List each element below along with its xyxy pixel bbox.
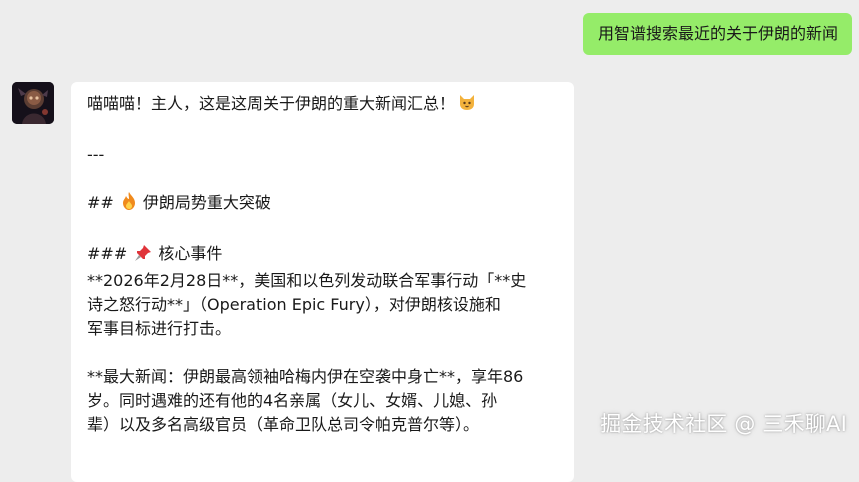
greeting-line: 喵喵喵！主人，这是这周关于伊朗的重大新闻汇总！ <box>87 92 558 119</box>
paragraph-2-line-3: 辈）以及多名高级官员（革命卫队总司令帕克普尔等）。 <box>87 415 480 434</box>
paragraph-1-line-1: **2026年2月28日**，美国和以色列发动联合军事行动「**史 <box>87 271 527 290</box>
avatar-image <box>12 82 54 124</box>
user-message-text: 用智谱搜索最近的关于伊朗的新闻 <box>597 24 838 43</box>
bot-message-bubble: 喵喵喵！主人，这是这周关于伊朗的重大新闻汇总！ --- ## 伊朗局势重大突破 … <box>71 82 574 482</box>
pushpin-icon <box>134 244 152 269</box>
watermark: 掘金技术社区 @ 三禾聊AI <box>600 412 847 436</box>
fire-icon <box>121 191 137 218</box>
paragraph-2-line-1: **最大新闻：伊朗最高领袖哈梅内伊在空袭中身亡**，享年86 <box>87 367 524 386</box>
h2-prefix: ## <box>87 193 114 212</box>
paragraph-1-line-2: 诗之怒行动**」（Operation Epic Fury），对伊朗核设施和 <box>87 295 501 314</box>
bot-avatar[interactable] <box>12 82 54 124</box>
greeting-text: 喵喵喵！主人，这是这周关于伊朗的重大新闻汇总！ <box>87 94 456 113</box>
section-heading-h3: ### 核心事件 <box>87 242 558 269</box>
h2-text: 伊朗局势重大突破 <box>142 193 271 212</box>
h3-text: 核心事件 <box>158 244 223 263</box>
section-heading-h2: ## 伊朗局势重大突破 <box>87 191 558 218</box>
paragraph-2-line-2: 岁。同时遇难的还有他的4名亲属（女儿、女婿、儿媳、孙 <box>87 391 498 410</box>
h3-prefix: ### <box>87 244 128 263</box>
separator-line: --- <box>87 145 105 164</box>
user-message-bubble: 用智谱搜索最近的关于伊朗的新闻 <box>582 13 852 55</box>
cat-face-icon <box>457 92 477 119</box>
paragraph-1-line-3: 军事目标进行打击。 <box>87 319 232 338</box>
